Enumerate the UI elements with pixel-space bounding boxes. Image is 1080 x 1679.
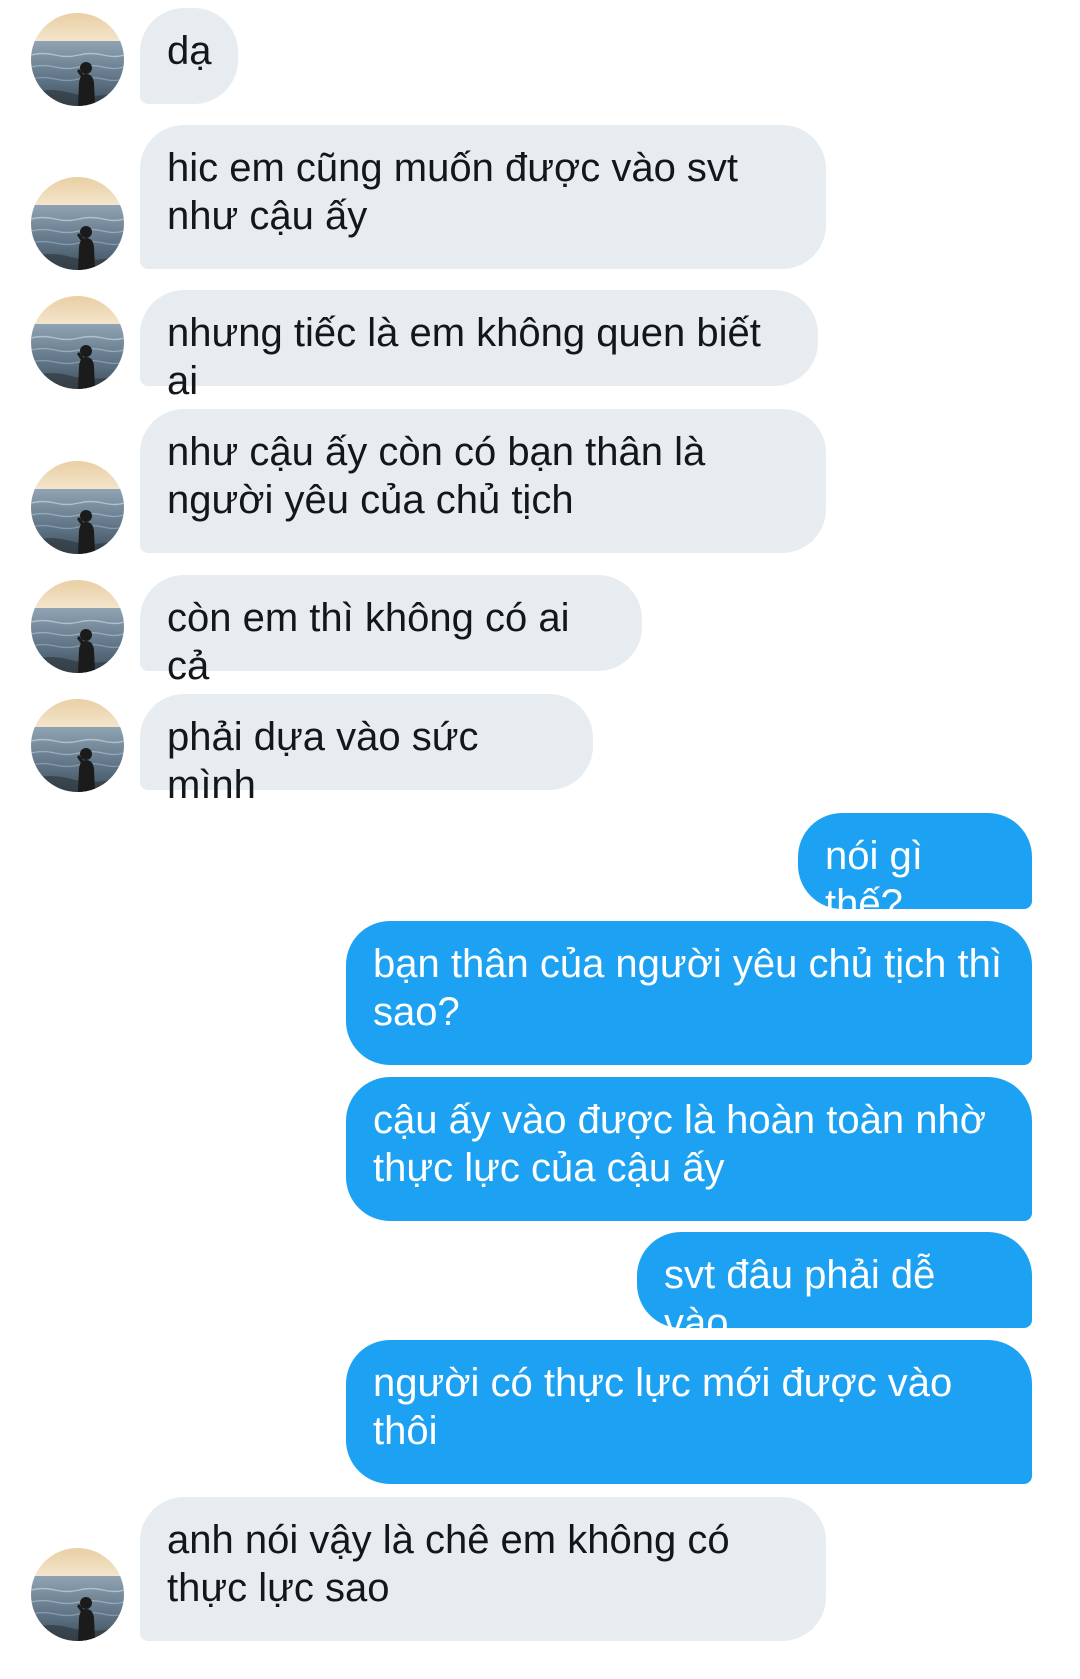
contact-avatar[interactable]: [31, 1548, 124, 1641]
sunset-sea-silhouette-avatar: [31, 296, 124, 389]
incoming-message: hic em cũng muốn được vào svt như cậu ấy: [140, 125, 826, 269]
outgoing-message: bạn thân của người yêu chủ tịch thì sao?: [346, 921, 1032, 1065]
contact-avatar[interactable]: [31, 13, 124, 106]
outgoing-message: người có thực lực mới được vào thôi: [346, 1340, 1032, 1484]
sunset-sea-silhouette-avatar: [31, 699, 124, 792]
contact-avatar[interactable]: [31, 699, 124, 792]
conversation-thread: dạ hic em cũng muốn được vào svt như cậu…: [0, 0, 1080, 1679]
incoming-message: còn em thì không có ai cả: [140, 575, 642, 688]
contact-avatar[interactable]: [31, 461, 124, 554]
sunset-sea-silhouette-avatar: [31, 13, 124, 106]
sunset-sea-silhouette-avatar: [31, 580, 124, 673]
contact-avatar[interactable]: [31, 296, 124, 389]
contact-avatar[interactable]: [31, 580, 124, 673]
contact-avatar[interactable]: [31, 177, 124, 270]
incoming-message: dạ: [140, 8, 238, 104]
outgoing-message: nói gì thế?: [798, 813, 1032, 926]
outgoing-message: svt đâu phải dễ vào: [637, 1232, 1032, 1345]
incoming-message: nhưng tiếc là em không quen biết ai: [140, 290, 818, 403]
sunset-sea-silhouette-avatar: [31, 1548, 124, 1641]
incoming-message: phải dựa vào sức mình: [140, 694, 593, 807]
incoming-message: anh nói vậy là chê em không có thực lực …: [140, 1497, 826, 1641]
sunset-sea-silhouette-avatar: [31, 177, 124, 270]
incoming-message: như cậu ấy còn có bạn thân là người yêu …: [140, 409, 826, 553]
outgoing-message: cậu ấy vào được là hoàn toàn nhờ thực lự…: [346, 1077, 1032, 1221]
sunset-sea-silhouette-avatar: [31, 461, 124, 554]
